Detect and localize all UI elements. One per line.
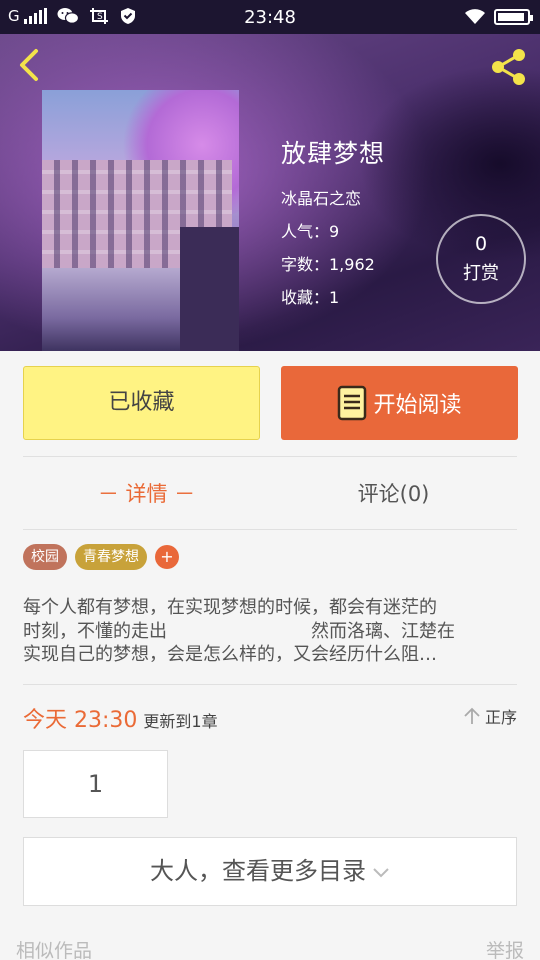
book-word-count: 字数：1,962 (281, 255, 375, 274)
more-catalog-label: 大人，查看更多目录 (150, 857, 366, 885)
tip-count: 0 (474, 233, 488, 255)
sort-order-button[interactable]: 正序 (463, 704, 517, 728)
tab-details[interactable]: － 详情 － (23, 466, 270, 524)
update-time: 今天 23:30 (23, 708, 138, 733)
favorite-button[interactable]: 已收藏 (23, 366, 260, 440)
clock: 23:48 (244, 7, 296, 28)
tip-label: 打赏 (463, 263, 499, 284)
book-header: 放肆梦想 冰晶石之恋 人气：9 字数：1,962 收藏：1 0 打赏 (0, 34, 540, 351)
tag-list: 校园 青春梦想 + (23, 544, 179, 570)
sort-order-label: 正序 (484, 708, 517, 727)
chevron-left-icon[interactable] (14, 48, 48, 82)
book-info: 放肆梦想 冰晶石之恋 人气：9 字数：1,962 收藏：1 (281, 134, 385, 314)
divider (23, 529, 517, 530)
similar-works-heading: 相似作品 (16, 940, 93, 960)
book-author[interactable]: 冰晶石之恋 (281, 182, 385, 215)
description-line: 每个人都有梦想，在实现梦想的时候，都会有迷茫的 (23, 597, 437, 618)
add-tag-button[interactable]: + (155, 545, 179, 569)
book-title: 放肆梦想 (281, 139, 386, 168)
more-catalog-button[interactable]: 大人，查看更多目录 (23, 837, 517, 906)
start-reading-button[interactable]: 开始阅读 (281, 366, 518, 440)
divider (23, 456, 517, 457)
chevron-down-icon (373, 868, 389, 878)
book-cover-image[interactable] (42, 90, 239, 351)
share-icon[interactable] (488, 46, 530, 88)
book-description[interactable]: 每个人都有梦想，在实现梦想的时候，都会有迷茫的 时刻，不懂的走出 然而洛璃、江楚… (23, 596, 517, 667)
tag-youth-dream[interactable]: 青春梦想 (75, 544, 147, 570)
tip-button[interactable]: 0 打赏 (436, 214, 526, 304)
book-favorites: 收藏：1 (281, 288, 340, 307)
description-line: 时刻，不懂的走出 然而洛璃、江楚在 (23, 620, 455, 642)
tab-comments[interactable]: 评论(0) (270, 466, 517, 524)
tag-campus[interactable]: 校园 (23, 544, 67, 570)
book-icon (338, 385, 367, 421)
divider (23, 684, 517, 685)
tab-bar: － 详情 － 评论(0) (23, 466, 517, 524)
book-popularity: 人气：9 (281, 222, 340, 241)
wifi-icon (465, 9, 485, 24)
report-link[interactable]: 举报 (486, 936, 524, 960)
description-line: 实现自己的梦想，会是怎么样的，又会经历什么阻… (23, 644, 437, 665)
status-bar: G S 23:48 (0, 0, 540, 34)
chapter-item[interactable]: 1 (23, 750, 168, 818)
update-info: 今天 23:30 更新到1章 (23, 702, 218, 734)
arrow-up-icon (464, 707, 480, 724)
start-reading-label: 开始阅读 (373, 393, 462, 418)
update-text: 更新到1章 (143, 712, 218, 731)
battery-icon (494, 8, 533, 25)
